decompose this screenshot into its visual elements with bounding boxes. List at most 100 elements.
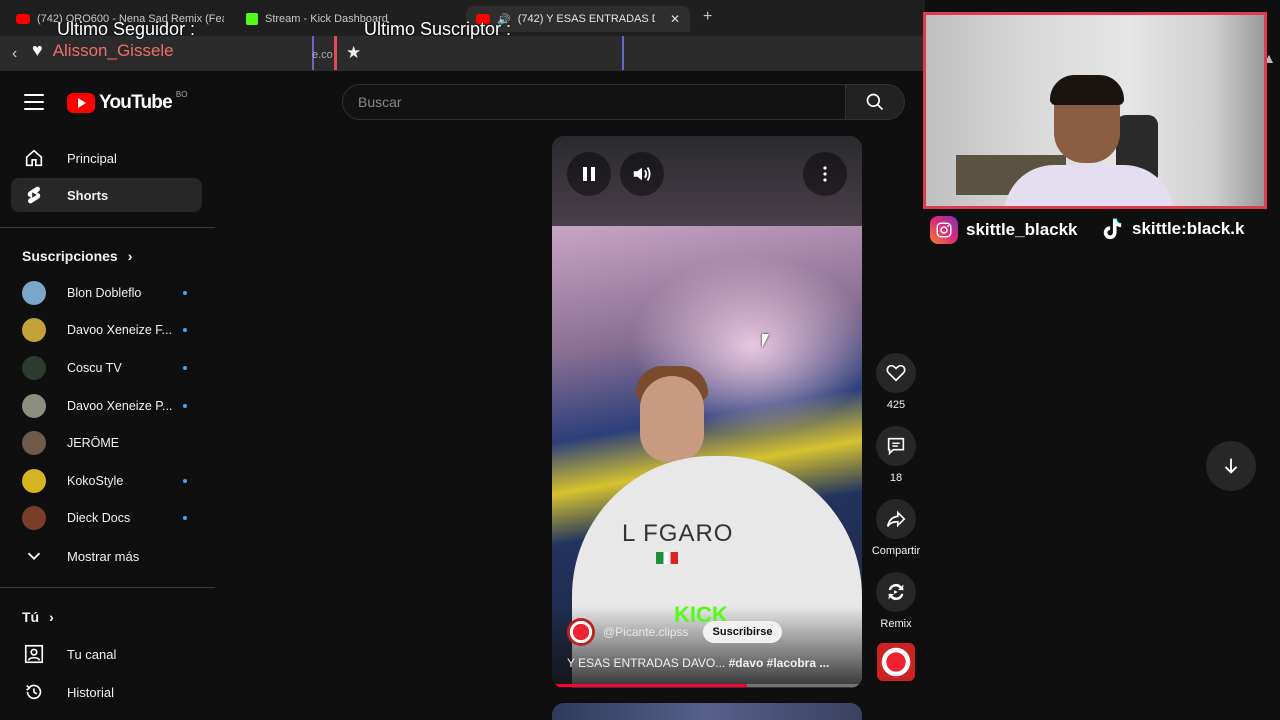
sound-source-avatar[interactable] — [877, 643, 915, 681]
sidebar-item-your-channel[interactable]: Tu canal — [11, 637, 202, 671]
comment-action[interactable]: 18 — [873, 426, 919, 484]
comment-button[interactable] — [876, 426, 916, 466]
new-content-dot — [183, 479, 187, 483]
remix-label: Remix — [880, 618, 912, 630]
more-vert-icon — [823, 166, 827, 182]
italy-flag-icon — [656, 552, 678, 564]
sidebar-subscription[interactable]: Blon Dobleflo — [11, 275, 202, 311]
sidebar-subscription[interactable]: Coscu TV — [11, 350, 202, 386]
new-content-dot — [183, 366, 187, 370]
new-content-dot — [183, 291, 187, 295]
hamburger-menu-icon[interactable] — [24, 92, 44, 112]
video-cape-text: L FGARO — [622, 520, 734, 547]
heart-icon: ♥ — [32, 40, 43, 60]
instagram-icon — [930, 216, 958, 244]
sidebar-divider — [0, 587, 215, 588]
kick-favicon-icon — [246, 13, 258, 25]
short-channel-row: @Picante.clipss Suscribirse — [567, 618, 783, 646]
like-button[interactable] — [876, 353, 916, 393]
channel-avatar[interactable] — [567, 618, 595, 646]
youtube-play-logo-icon — [67, 93, 95, 113]
youtube-favicon-icon — [16, 14, 30, 24]
webcam-person-hair — [1050, 75, 1124, 105]
you-heading[interactable]: Tú › — [22, 609, 54, 625]
youtube-logo[interactable]: YouTube BO — [67, 90, 187, 114]
last-follower-label: Ultimo Seguidor : — [57, 19, 196, 39]
sidebar-item-shorts[interactable]: Shorts — [11, 178, 202, 212]
overlay-divider — [622, 36, 624, 70]
search-placeholder: Buscar — [358, 94, 402, 110]
arrow-down-icon — [1224, 458, 1238, 474]
new-content-dot — [183, 516, 187, 520]
webcam-overlay — [923, 12, 1267, 209]
sidebar-item-history[interactable]: Historial — [11, 675, 202, 709]
webcam-person-body — [1004, 165, 1174, 206]
tab-close-icon[interactable]: ✕ — [670, 12, 680, 26]
mouse-cursor-icon — [762, 334, 769, 348]
share-label: Compartir — [871, 545, 921, 557]
volume-button[interactable] — [620, 152, 664, 196]
channel-avatar — [22, 469, 46, 493]
search-button[interactable] — [845, 84, 905, 120]
show-more-button[interactable]: Mostrar más — [11, 539, 202, 573]
overlay-divider — [334, 36, 337, 70]
video-subject-head — [640, 376, 704, 462]
sidebar-subscription[interactable]: KokoStyle — [11, 463, 202, 499]
pause-button[interactable] — [567, 152, 611, 196]
next-short-preview[interactable] — [552, 703, 862, 720]
pause-icon — [583, 167, 595, 181]
back-arrow-icon[interactable]: ‹ — [12, 45, 17, 63]
instagram-handle-row: skittle_blackk — [930, 216, 1078, 244]
your-channel-icon — [24, 644, 44, 664]
last-follower-name: Alisson_Gissele — [52, 40, 174, 60]
new-content-dot — [183, 404, 187, 408]
short-hashtags[interactable]: #davo #lacobra ... — [729, 656, 830, 670]
chevron-down-icon — [27, 552, 41, 561]
chevron-right-icon: › — [127, 248, 133, 264]
url-snippet[interactable]: e.co — [312, 49, 333, 61]
channel-avatar — [22, 506, 46, 530]
next-short-button[interactable] — [1206, 441, 1256, 491]
remix-icon — [888, 583, 904, 601]
new-content-dot — [183, 328, 187, 332]
sidebar-item-principal[interactable]: Principal — [11, 141, 202, 175]
more-options-button[interactable] — [803, 152, 847, 196]
share-action[interactable]: Compartir — [871, 499, 921, 557]
tiktok-handle-row: skittle:black.k — [1100, 216, 1244, 242]
channel-avatar — [22, 281, 46, 305]
short-title[interactable]: Y ESAS ENTRADAS DAVO... #davo #lacobra .… — [567, 656, 847, 670]
remix-button[interactable] — [876, 572, 916, 612]
remix-action[interactable]: Remix — [873, 572, 919, 630]
channel-avatar — [22, 394, 46, 418]
channel-handle[interactable]: @Picante.clipss — [603, 625, 689, 639]
heart-outline-icon — [886, 364, 906, 382]
channel-avatar — [22, 318, 46, 342]
like-action[interactable]: 425 — [873, 353, 919, 411]
volume-icon — [633, 167, 651, 181]
sidebar-subscription[interactable]: Davoo Xeneize P... — [11, 388, 202, 424]
comment-icon — [887, 437, 905, 456]
tiktok-icon — [1100, 216, 1124, 242]
video-progress-bar[interactable] — [552, 684, 862, 687]
chevron-right-icon: › — [49, 609, 54, 625]
share-button[interactable] — [876, 499, 916, 539]
channel-avatar — [22, 356, 46, 380]
bookmark-star-icon[interactable]: ★ — [346, 43, 361, 63]
history-icon — [26, 684, 42, 700]
channel-avatar — [22, 431, 46, 455]
sidebar-subscription[interactable]: JERÔME — [11, 425, 202, 461]
home-icon — [25, 149, 43, 167]
shorts-icon — [27, 186, 41, 204]
sidebar-subscription[interactable]: Davoo Xeneize F... — [11, 312, 202, 348]
sidebar-divider — [0, 227, 215, 228]
sidebar-subscription[interactable]: Dieck Docs — [11, 500, 202, 536]
last-follower-row: ♥ Alisson_Gissele — [32, 40, 174, 61]
comment-count: 18 — [889, 472, 903, 484]
new-tab-icon[interactable]: + — [703, 8, 712, 26]
subscriptions-heading[interactable]: Suscripciones › — [22, 248, 132, 264]
last-subscriber-label: Ultimo Suscriptor : — [364, 19, 512, 39]
like-count: 425 — [886, 399, 906, 411]
subscribe-button[interactable]: Suscribirse — [702, 621, 783, 643]
short-video-player[interactable]: L FGARO KICK @Picante.clipss Suscribirse… — [552, 136, 862, 688]
search-input[interactable]: Buscar — [342, 84, 846, 120]
